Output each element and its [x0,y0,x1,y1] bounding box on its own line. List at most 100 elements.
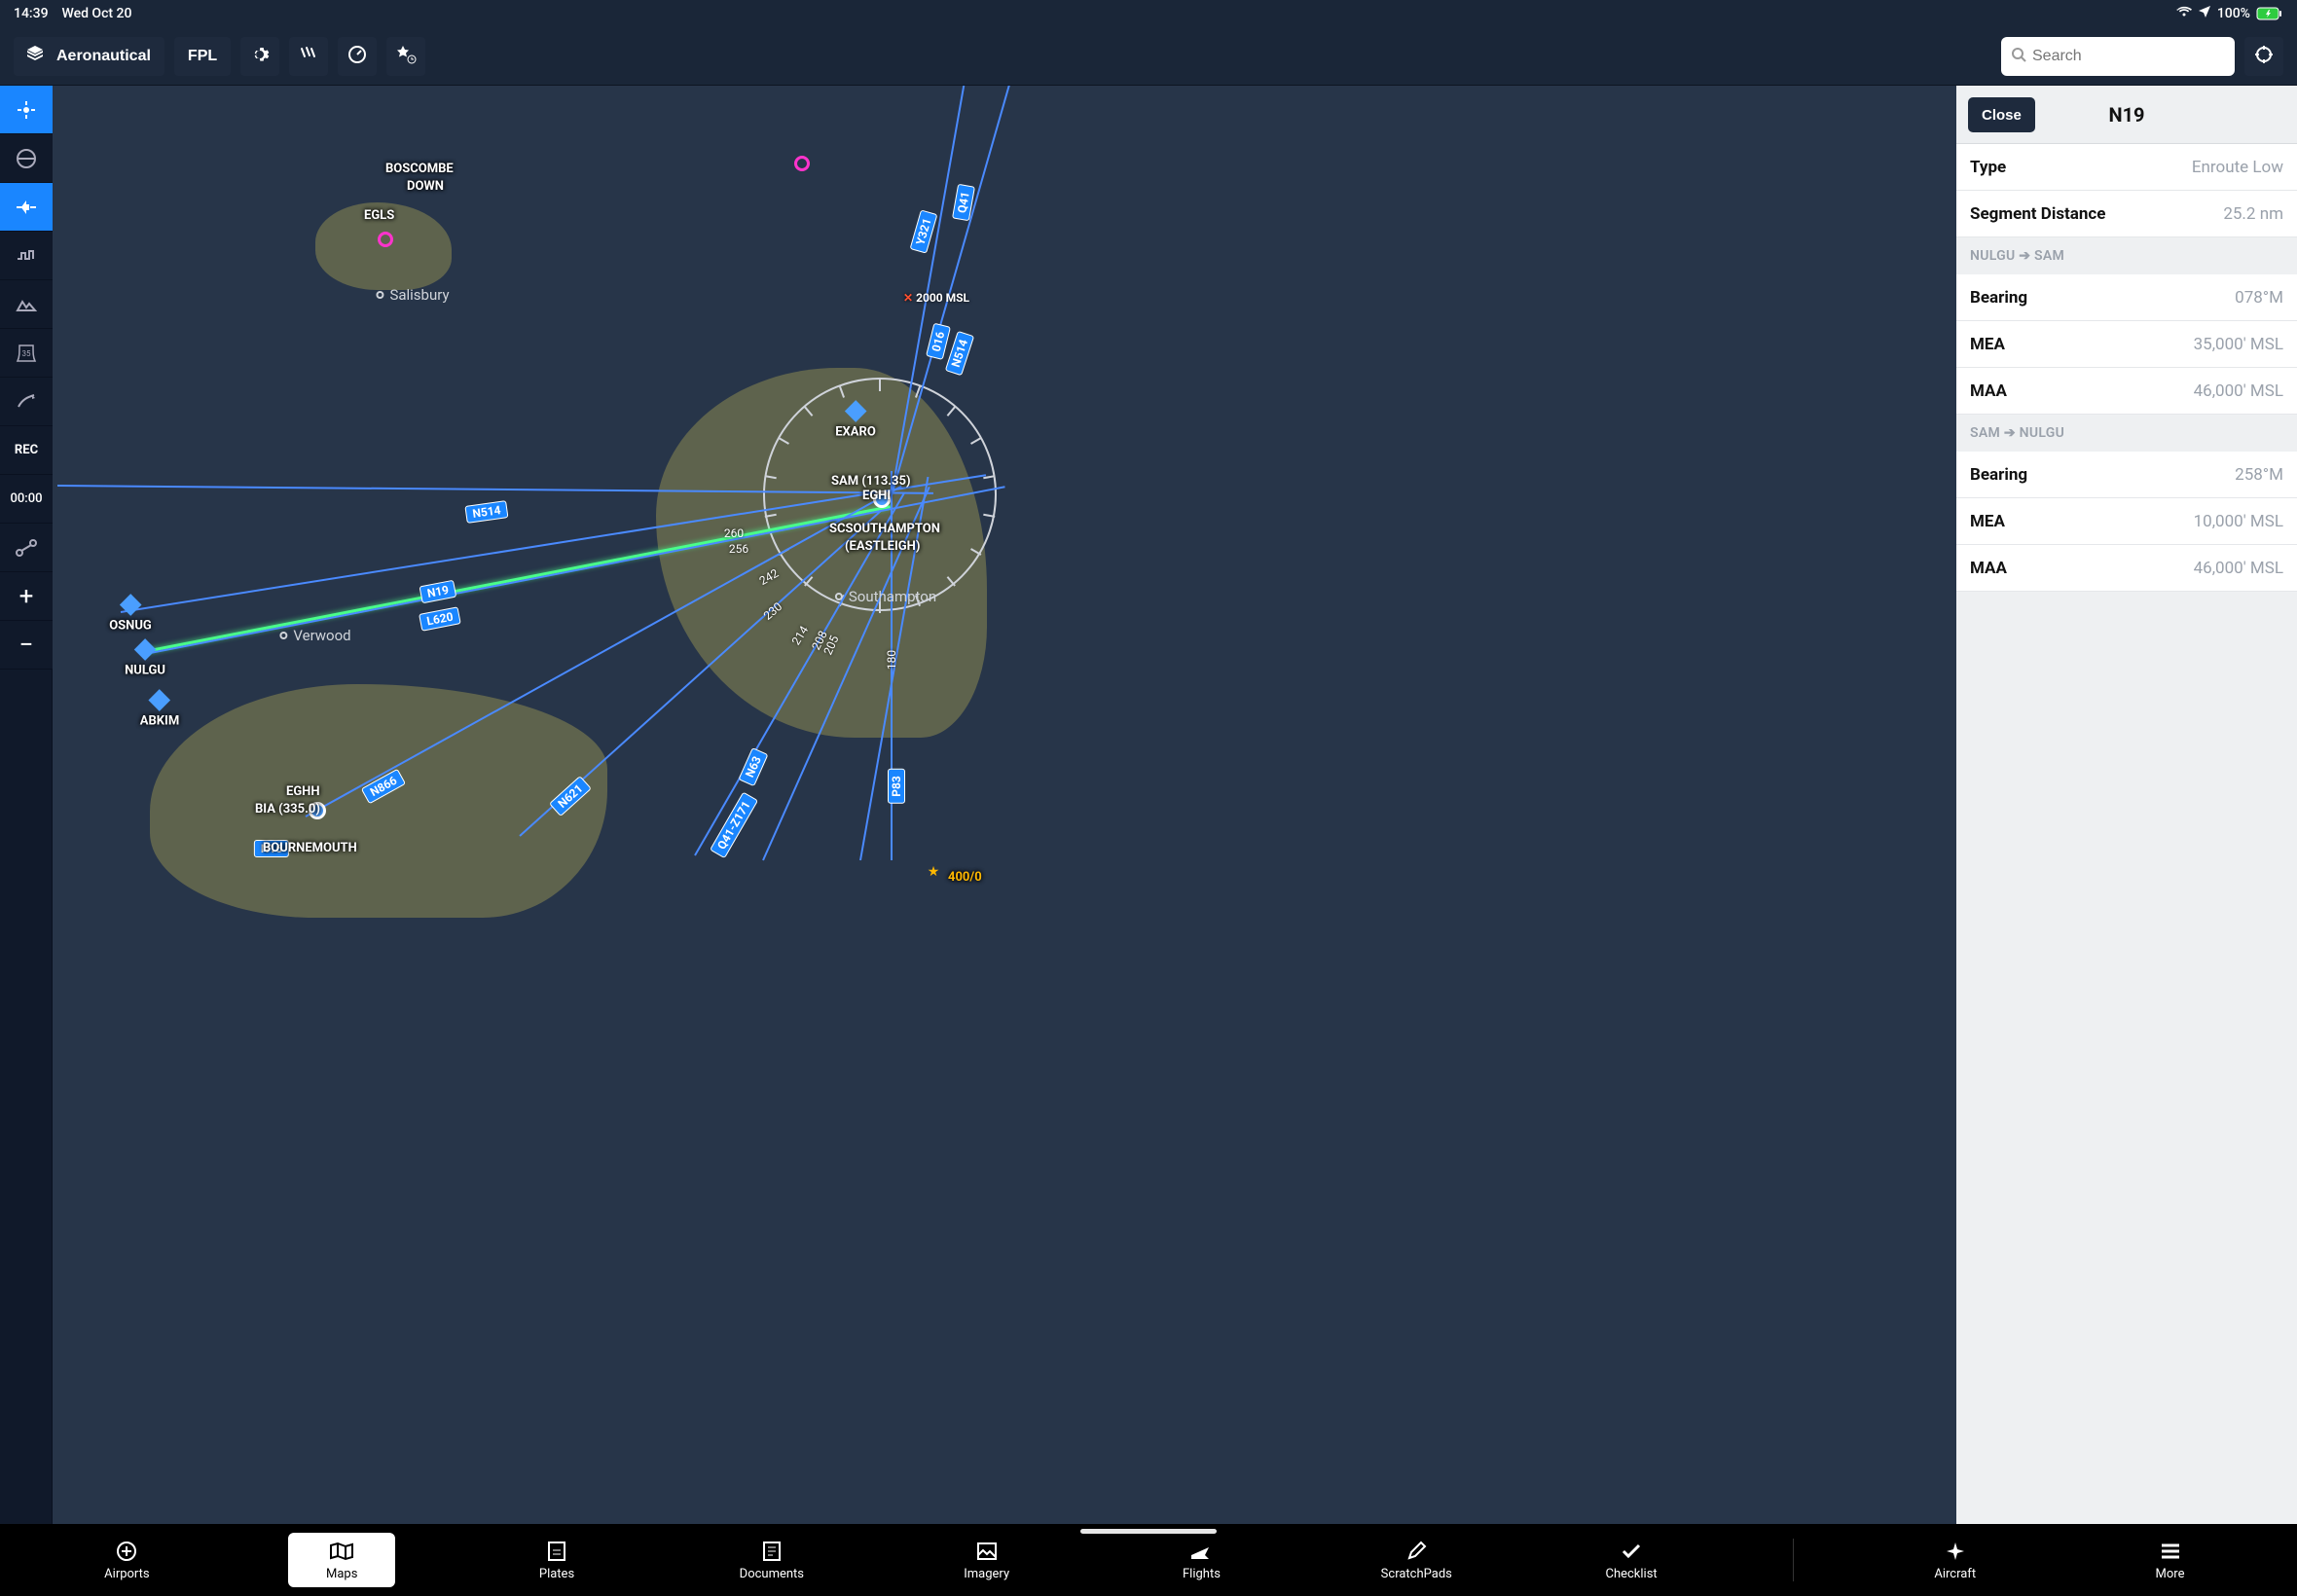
status-left: 14:39 Wed Oct 20 [14,6,131,21]
bottom-tabbar: Airports Maps Plates Documents Imagery F… [0,1524,2297,1596]
airway-label-n514b[interactable]: N514 [945,331,974,377]
radial-180: 180 [885,650,898,670]
battery-percent: 100% [2217,6,2250,21]
panel-title: N19 [2108,103,2144,127]
airway-label-l620[interactable]: L620 [419,606,461,632]
tab-separator [1793,1539,1794,1581]
waypoint-abkim[interactable]: ABKIM [140,693,179,729]
aircraft-icon [1945,1540,1966,1563]
status-bar: 14:39 Wed Oct 20 100% [0,0,2297,27]
side-airway-button[interactable] [0,183,53,232]
tab-maps[interactable]: Maps [288,1533,395,1587]
side-annotate-button[interactable] [0,378,53,426]
side-locate-button[interactable] [0,86,53,134]
settings-button[interactable] [240,37,279,76]
locate-button[interactable] [2244,37,2283,76]
tab-plates[interactable]: Plates [503,1533,610,1587]
panel-row-maa-1: MAA 46,000' MSL [1956,368,2297,415]
panel-row-bearing-1: Bearing 078°M [1956,274,2297,321]
tab-aircraft[interactable]: Aircraft [1902,1533,2009,1587]
layers-icon [25,44,45,68]
label-eghi-name2: (EASTLEIGH) [845,539,920,554]
label-eghi-name1: SCSOUTHAMPTON [829,522,940,536]
airway-label-n63[interactable]: N63 [738,747,768,786]
airway-label-n19[interactable]: N19 [419,580,456,604]
label-eghh: EGHH [286,784,320,799]
label-bournemouth: BOURNEMOUTH [263,841,357,855]
tab-scratchpads[interactable]: ScratchPads [1363,1533,1470,1587]
city-verwood: Verwood [279,627,350,644]
side-timer: 00:00 [0,475,53,524]
home-indicator [1080,1529,1217,1534]
airway-label-q41z171[interactable]: Q41-Z171 [710,792,758,859]
panel-row-type: Type Enroute Low [1956,144,2297,191]
status-date: Wed Oct 20 [61,6,131,21]
search-field[interactable] [2001,37,2235,76]
amber-star: ★ [928,864,940,880]
tab-airports[interactable]: Airports [73,1533,180,1587]
left-sidebar: 35 REC 00:00 + − [0,86,53,1524]
zoom-in-button[interactable]: + [0,572,53,621]
airway-label-016[interactable]: 016 [926,323,951,360]
side-attitude-button[interactable] [0,134,53,183]
pencil-icon [1405,1540,1427,1563]
star-clock-icon [395,45,417,67]
panel-section-2: SAM ➔ NULGU [1956,415,2297,452]
flights-icon [1189,1540,1213,1563]
gear-icon [250,45,270,67]
rain-icon [299,45,318,67]
weather-button[interactable] [289,37,328,76]
fpl-button[interactable]: FPL [174,37,231,76]
info-panel: Close N19 Type Enroute Low Segment Dista… [1956,86,2297,1524]
gauge-icon [347,45,367,67]
check-icon [1621,1540,1642,1563]
tab-flights[interactable]: Flights [1148,1533,1255,1587]
obstacle-2000: ✕2000 MSL [903,291,969,305]
label-bia-freq: BIA (335.0) [255,802,320,816]
waypoint-osnug[interactable]: OSNUG [109,598,152,634]
search-input[interactable] [2032,48,2234,65]
vor-egls[interactable] [378,232,393,247]
side-profile-button[interactable] [0,232,53,280]
label-egls: EGLS [364,208,394,223]
label-boscombe: BOSCOMBE [385,162,454,176]
map-canvas[interactable]: N514 N19 L620 N866 N16 N621 N63 Q41-Z171… [53,86,1956,1524]
amber-star-label: 400/0 [948,870,982,885]
label-eghi: EGHI [862,489,891,503]
documents-icon [762,1540,782,1563]
tab-imagery[interactable]: Imagery [933,1533,1040,1587]
plates-icon [547,1540,566,1563]
favorites-time-button[interactable] [386,37,425,76]
panel-row-segment-distance: Segment Distance 25.2 nm [1956,191,2297,237]
top-toolbar: Aeronautical FPL [0,27,2297,86]
search-icon [2011,47,2026,66]
waypoint-nulgu[interactable]: NULGU [125,642,165,678]
airway-label-n514[interactable]: N514 [464,500,508,524]
side-highway-button[interactable]: 35 [0,329,53,378]
layers-label: Aeronautical [56,48,151,65]
panel-row-mea-2: MEA 10,000' MSL [1956,498,2297,545]
city-southampton: Southampton [835,588,936,605]
airway-label-p83[interactable]: P83 [888,769,905,804]
side-rec-button[interactable]: REC [0,426,53,475]
radial-260: 260 [724,526,744,540]
tab-documents[interactable]: Documents [718,1533,825,1587]
side-terrain-button[interactable] [0,280,53,329]
side-route-button[interactable] [0,524,53,572]
close-button[interactable]: Close [1968,97,2035,132]
gauge-button[interactable] [338,37,377,76]
waypoint-exaro[interactable]: EXARO [835,404,876,440]
wifi-icon [2176,6,2192,21]
label-down: DOWN [407,179,444,194]
menu-icon [2160,1540,2181,1563]
layers-button[interactable]: Aeronautical [14,37,164,76]
vor-unknown-top[interactable] [794,156,810,171]
zoom-out-button[interactable]: − [0,621,53,670]
panel-row-mea-1: MEA 35,000' MSL [1956,321,2297,368]
tab-checklist[interactable]: Checklist [1578,1533,1685,1587]
panel-section-1: NULGU ➔ SAM [1956,237,2297,274]
battery-icon [2256,7,2283,20]
tab-more[interactable]: More [2117,1533,2224,1587]
airport-icon [116,1540,137,1563]
city-salisbury: Salisbury [376,286,449,304]
